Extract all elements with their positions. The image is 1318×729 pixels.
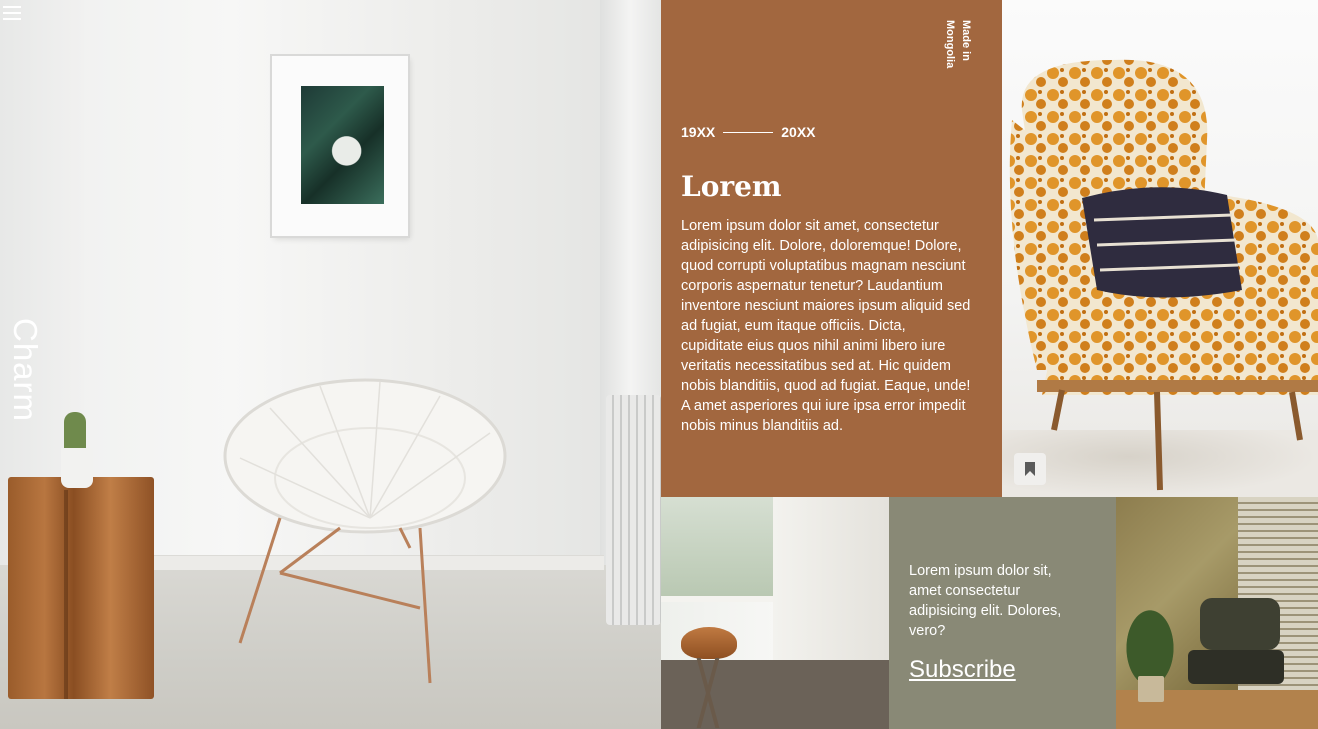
hamburger-menu-icon[interactable] — [3, 6, 21, 20]
year-end: 20XX — [781, 124, 816, 140]
plant-pot — [1138, 676, 1164, 702]
made-in-label: Made in Mongolia — [944, 20, 972, 69]
radiator — [606, 395, 661, 625]
wooden-stool-groove — [64, 490, 68, 699]
bookmark-button[interactable] — [1014, 453, 1046, 485]
kitchen-window-sill — [661, 596, 773, 602]
potted-plant — [1120, 600, 1180, 680]
year-range: 19XX 20XX — [681, 124, 816, 140]
subscribe-link[interactable]: Subscribe — [909, 656, 1016, 684]
cactus-plant — [64, 412, 86, 452]
leather-chair-seat — [1188, 650, 1284, 684]
armchair-base-rail — [1037, 380, 1318, 392]
wire-chair-legs — [238, 517, 432, 684]
year-divider — [723, 131, 774, 133]
subscribe-text: Lorem ipsum dolor sit, amet consectetur … — [909, 563, 1062, 639]
info-body-text: Lorem ipsum dolor sit amet, consectetur … — [681, 218, 971, 434]
armchair-legs — [1051, 389, 1303, 491]
info-title: Lorem — [681, 170, 782, 203]
armchair-seat — [1042, 291, 1318, 395]
armchair-illustration — [1009, 59, 1318, 491]
kitchen-window — [661, 497, 773, 597]
wire-chair-seat — [223, 378, 507, 534]
wire-chair-illustration — [223, 378, 507, 684]
bookmark-icon — [1025, 462, 1035, 476]
vertical-label-charm: Charm — [7, 318, 44, 423]
year-start: 19XX — [681, 124, 716, 140]
kitchen-stool-legs — [688, 658, 728, 728]
kitchen-stool-seat — [681, 627, 737, 659]
plant-pot — [61, 448, 93, 488]
wall-picture-art — [301, 86, 384, 204]
leather-chair-back — [1200, 598, 1280, 650]
wooden-stool — [8, 477, 154, 699]
